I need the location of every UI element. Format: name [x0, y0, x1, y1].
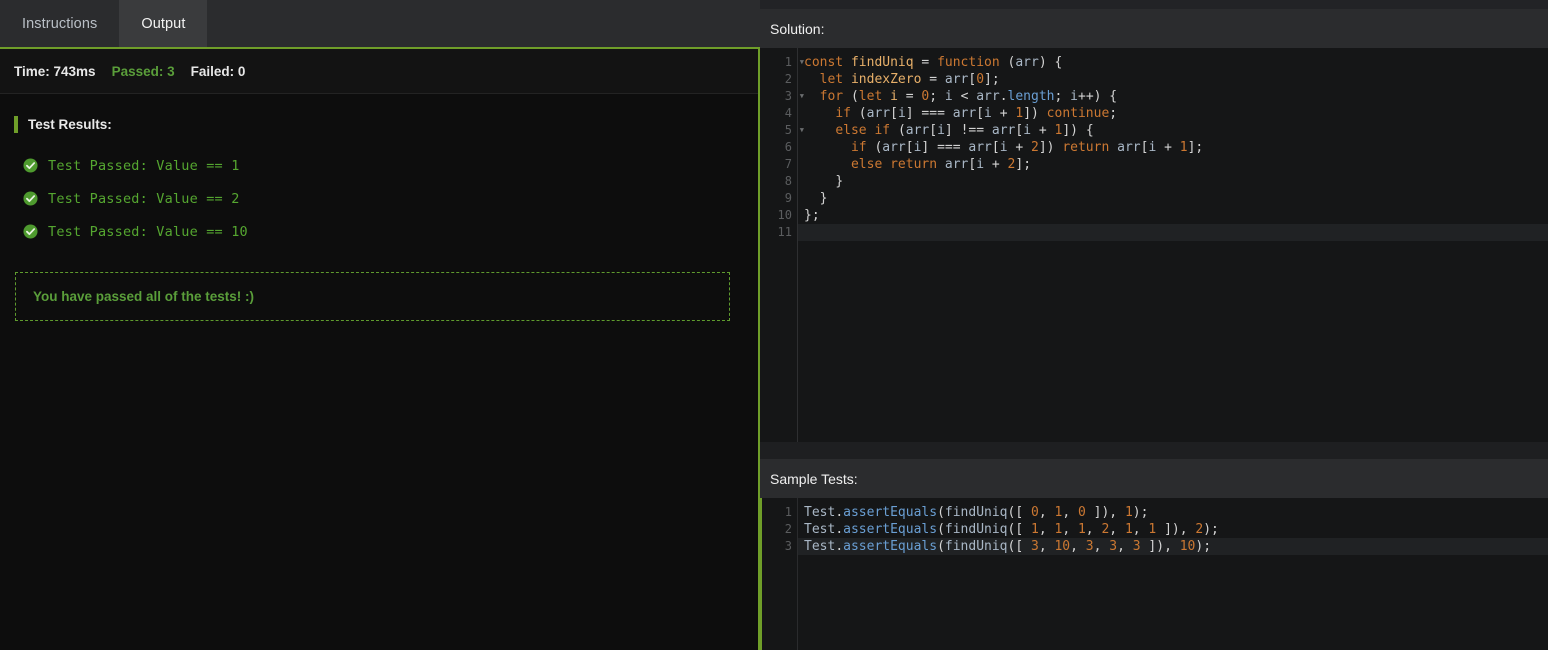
test-result-row: Test Passed: Value == 2: [14, 182, 744, 215]
top-strip: [760, 0, 1548, 9]
sample-tests-gutter: 1 2 3: [762, 498, 798, 650]
test-result-text: Test Passed: Value == 10: [48, 223, 248, 240]
code-line: };: [804, 208, 820, 223]
line-number[interactable]: 4: [760, 105, 797, 122]
line-number[interactable]: 10: [760, 207, 797, 224]
solution-code-area[interactable]: const findUniq = function (arr) { let in…: [798, 48, 1548, 442]
all-tests-passed-message: You have passed all of the tests! :): [33, 289, 255, 304]
line-number[interactable]: 8: [760, 173, 797, 190]
check-circle-icon: [23, 191, 38, 206]
fold-arrow-icon[interactable]: ▼: [800, 88, 804, 105]
line-number[interactable]: 2: [760, 71, 797, 88]
heading-accent-bar: [14, 116, 18, 133]
line-number[interactable]: 2: [762, 521, 797, 538]
test-result-row: Test Passed: Value == 1: [14, 149, 744, 182]
code-line-active: Test.assertEquals(findUniq([ 3, 10, 3, 3…: [798, 538, 1548, 555]
code-line: const findUniq = function (arr) {: [804, 55, 1063, 70]
tab-output-label: Output: [141, 15, 186, 32]
code-line: else return arr[i + 2];: [850, 157, 1032, 172]
sample-tests-title: Sample Tests:: [770, 470, 858, 487]
sample-tests-editor[interactable]: 1 2 3 Test.assertEquals(findUniq([ 0, 1,…: [760, 498, 1548, 650]
line-number[interactable]: 6: [760, 139, 797, 156]
tab-output[interactable]: Output: [119, 0, 208, 47]
code-line: else if (arr[i] !== arr[i + 1]) {: [835, 123, 1094, 138]
code-line: if (arr[i] === arr[i + 2]) return arr[i …: [850, 140, 1204, 155]
fold-arrow-icon[interactable]: ▼: [800, 122, 804, 139]
solution-editor[interactable]: 1 ▼ 2 3 ▼ 4 5 ▼ 6 7 8 9 10 11 const findUni…: [760, 48, 1548, 442]
output-panel: Time: 743ms Passed: 3 Failed: 0 Test Res…: [0, 47, 760, 650]
code-line: Test.assertEquals(findUniq([ 1, 1, 1, 2,…: [804, 522, 1219, 537]
solution-gutter: 1 ▼ 2 3 ▼ 4 5 ▼ 6 7 8 9 10 11: [760, 48, 804, 442]
code-line: }: [819, 191, 828, 206]
right-pane: Solution: 1 ▼ 2 3 ▼ 4 5 ▼ 6 7 8 9 10 11 con…: [760, 0, 1548, 650]
tab-bar: Instructions Output: [0, 0, 760, 47]
solution-title: Solution:: [770, 20, 825, 37]
test-result-text: Test Passed: Value == 2: [48, 190, 240, 207]
test-results-label: Test Results:: [28, 117, 112, 132]
code-line: }: [835, 174, 844, 189]
tab-instructions-label: Instructions: [22, 15, 98, 32]
code-line-active: [798, 224, 1548, 241]
fold-arrow-icon[interactable]: ▼: [800, 54, 804, 71]
line-number[interactable]: 11: [760, 224, 797, 241]
check-circle-icon: [23, 224, 38, 239]
tab-instructions[interactable]: Instructions: [0, 0, 119, 47]
code-line: if (arr[i] === arr[i + 1]) continue;: [835, 106, 1118, 121]
line-number[interactable]: 1 ▼: [760, 54, 804, 71]
solution-card: Solution: 1 ▼ 2 3 ▼ 4 5 ▼ 6 7 8 9 10 11 con…: [760, 9, 1548, 442]
test-result-row: Test Passed: Value == 10: [14, 215, 744, 248]
stat-failed: Failed: 0: [190, 63, 246, 79]
all-tests-passed-banner: You have passed all of the tests! :): [15, 272, 730, 321]
line-number[interactable]: 7: [760, 156, 797, 173]
line-number[interactable]: 5 ▼: [760, 122, 804, 139]
stat-time: Time: 743ms: [14, 63, 96, 79]
stats-bar: Time: 743ms Passed: 3 Failed: 0: [0, 49, 758, 94]
line-number[interactable]: 9: [760, 190, 797, 207]
code-line: let indexZero = arr[0];: [819, 72, 1000, 87]
results-body: Test Results: Test Passed: Value == 1 Te…: [0, 94, 758, 321]
code-line: Test.assertEquals(findUniq([ 0, 1, 0 ]),…: [804, 505, 1149, 520]
sample-tests-code-area[interactable]: Test.assertEquals(findUniq([ 0, 1, 0 ]),…: [798, 498, 1548, 650]
test-result-text: Test Passed: Value == 1: [48, 157, 240, 174]
check-circle-icon: [23, 158, 38, 173]
sample-tests-card: Sample Tests: 1 2 3 Test.assertEquals(fi…: [760, 459, 1548, 650]
line-number[interactable]: 3 ▼: [760, 88, 804, 105]
test-results-heading: Test Results:: [14, 116, 744, 133]
left-pane: Instructions Output Time: 743ms Passed: …: [0, 0, 760, 650]
stat-passed: Passed: 3: [111, 63, 175, 79]
line-number[interactable]: 3: [762, 538, 797, 555]
code-line: for (let i = 0; i < arr.length; i++) {: [819, 89, 1118, 104]
line-number[interactable]: 1: [762, 504, 797, 521]
codewars-output-screen: Instructions Output Time: 743ms Passed: …: [0, 0, 1548, 650]
